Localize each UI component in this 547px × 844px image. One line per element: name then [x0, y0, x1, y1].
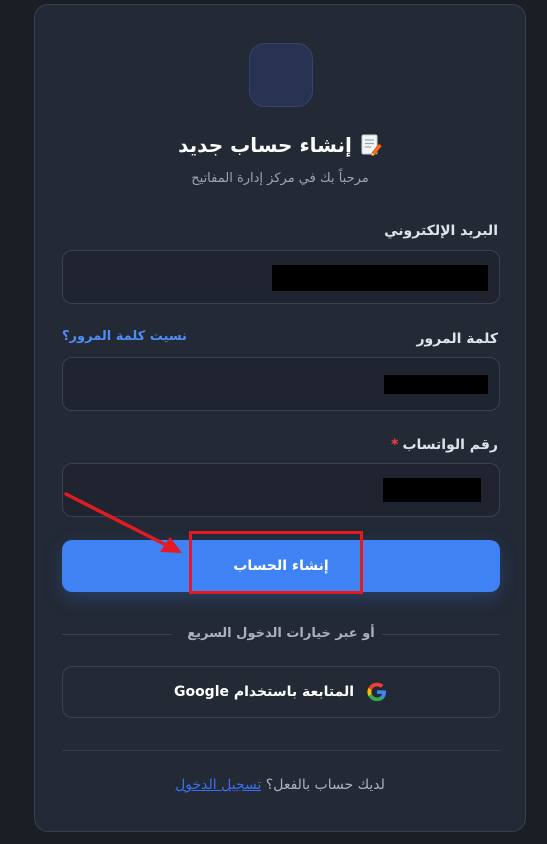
- forgot-password-link[interactable]: نسيت كلمة المرور؟: [62, 329, 187, 344]
- google-button-label: المتابعة باستخدام Google: [173, 684, 355, 700]
- whatsapp-value-redacted: [383, 478, 481, 502]
- required-marker: *: [391, 437, 399, 453]
- email-value-redacted: [272, 265, 488, 291]
- signup-card: إنشاء حساب جديد مرحباً بك في مركز إدارة …: [34, 4, 526, 832]
- quick-login-divider: أو عبر خيارات الدخول السريع: [62, 625, 500, 645]
- google-logo-icon: [366, 681, 388, 703]
- memo-pencil-icon: [360, 133, 382, 157]
- annotation-arrow-icon: [64, 492, 182, 553]
- whatsapp-label: رقم الواتساب*: [391, 437, 498, 453]
- email-label: البريد الإلكتروني: [384, 223, 498, 239]
- divider-text: أو عبر خيارات الدخول السريع: [187, 626, 375, 641]
- password-value-redacted: [384, 375, 488, 394]
- google-signin-button[interactable]: المتابعة باستخدام Google: [62, 666, 500, 718]
- password-label: كلمة المرور: [416, 331, 498, 347]
- footer-prompt: لديك حساب بالفعل؟: [265, 777, 385, 793]
- page-subtitle: مرحباً بك في مركز إدارة المفاتيح: [191, 171, 369, 186]
- footer-text: لديك حساب بالفعل؟ تسجيل الدخول: [35, 777, 525, 793]
- password-field[interactable]: [62, 357, 500, 411]
- title-row: إنشاء حساب جديد: [35, 129, 525, 161]
- page-title: إنشاء حساب جديد: [178, 133, 352, 157]
- logo-placeholder: [249, 43, 313, 107]
- highlight-box: [189, 531, 363, 594]
- login-link[interactable]: تسجيل الدخول: [175, 777, 261, 793]
- footer-divider: [62, 750, 500, 751]
- whatsapp-label-text: رقم الواتساب: [402, 437, 498, 453]
- email-field[interactable]: [62, 250, 500, 304]
